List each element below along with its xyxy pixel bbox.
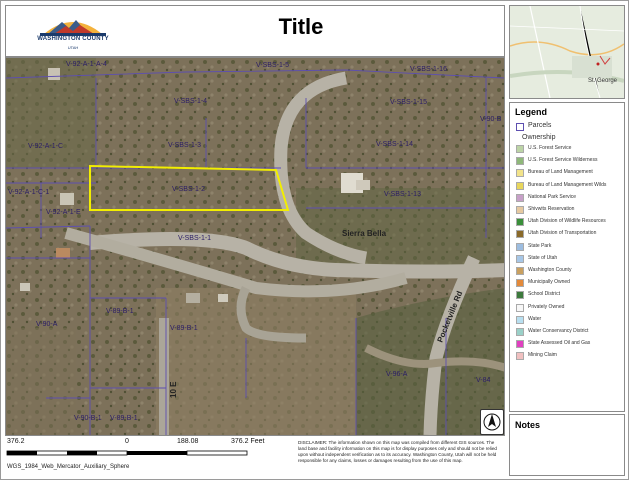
legend-title: Legend [515, 107, 548, 117]
legend-swatch-icon [516, 242, 524, 251]
legend-swatch-icon [516, 279, 524, 288]
parcel-label: V-96-A [386, 371, 408, 378]
notes-title: Notes [515, 420, 541, 430]
legend-swatch-icon [516, 193, 524, 202]
parcel-swatch-icon [516, 123, 524, 131]
notes-panel: Notes [509, 414, 625, 476]
legend-swatch-icon [516, 340, 524, 349]
legend-item-label: Washington County [528, 267, 572, 273]
legend-item-label: Bureau of Land Management Wilds [528, 181, 607, 188]
legend-item-label: School District [528, 291, 560, 298]
legend-item-label: Privately Owned [528, 303, 565, 310]
road-label-sierra-bella: Sierra Bella [342, 229, 387, 238]
legend-item-label: National Park Service [528, 193, 577, 200]
parcel-label: V-92-A-1-A-4 [66, 61, 107, 68]
parcel-label: V-90-B [480, 116, 502, 123]
legend-swatch-icon [516, 145, 524, 153]
logo-name: WASHINGTON COUNTY [37, 36, 109, 42]
legend-item-label: State of Utah [528, 254, 558, 261]
parcel-label: V-92-A-1-E [46, 209, 81, 216]
map-title: Title [278, 14, 324, 39]
parcel-label: V-SBS-1-15 [390, 99, 427, 106]
parcel-label: V-89-B-1 [110, 415, 138, 422]
scale-bar-graphic [6, 450, 248, 456]
map-canvas: V-92-A-1-A-4 V-SBS-1-5 V-SBS-1-16 V-SBS-… [6, 58, 504, 435]
scale-label-right: 376.2 Feet [231, 438, 265, 445]
legend-item-label: Mining Claim [528, 352, 557, 359]
parcel-label: V-SBS-1-4 [174, 98, 207, 105]
legend-item-label: State Park [528, 242, 552, 249]
parcel-label: V-SBS-1-2 [172, 186, 205, 193]
parcel-label: V-89-B-1 [106, 308, 134, 315]
legend-swatch-icon [516, 181, 524, 190]
aerial-map-view[interactable]: V-92-A-1-A-4 V-SBS-1-5 V-SBS-1-16 V-SBS-… [5, 57, 505, 436]
legend-item-label: U.S. Forest Service [528, 145, 572, 151]
legend-swatch-icon [516, 352, 524, 361]
parcel-label: V-90-A [36, 321, 58, 328]
parcel-label: V-92-A-1-C-1 [8, 189, 49, 196]
legend-panel: Legend Parcels Ownership U.S. Forest Ser… [509, 102, 625, 412]
legend-item-label: U.S. Forest Service Wilderness [528, 157, 598, 164]
legend-item-label: Water [528, 315, 542, 322]
parcel-label: V-SBS-1-1 [178, 235, 211, 242]
parcel-label: V-84 [476, 377, 491, 384]
legend-swatch-icon [516, 169, 524, 178]
parcel-label: V-SBS-1-16 [410, 66, 447, 73]
scale-label-left: 376.2 [7, 438, 25, 445]
disclaimer-text: DISCLAIMER: The information shown on thi… [298, 440, 497, 463]
legend-swatch-icon [516, 230, 524, 239]
overview-map[interactable]: St. George [509, 5, 625, 99]
legend-item-label: State Assessed Oil and Gas [528, 340, 591, 347]
logo-subtitle: UTAH [67, 45, 79, 50]
legend-swatch-icon [516, 328, 524, 336]
parcel-label: V-92-A-1-C [28, 143, 63, 150]
washington-county-logo: WASHINGTON COUNTY UTAH [36, 14, 110, 54]
parcel-label: V-90-B-1 [74, 415, 102, 422]
legend-item-label: Bureau of Land Management [528, 169, 593, 176]
map-header: WASHINGTON COUNTY UTAH Title [5, 5, 505, 57]
overview-city-label: St. George [588, 78, 618, 84]
legend-swatch-icon [516, 303, 524, 312]
legend-item-label: Utah Division of Wildlife Resources [528, 218, 606, 225]
legend-swatch-icon [516, 254, 524, 263]
north-arrow-icon [480, 409, 504, 435]
parcel-label: V-SBS-1-13 [384, 191, 421, 198]
legend-item-label: Utah Division of Transportation [528, 230, 597, 237]
legend-swatch-icon [516, 206, 524, 214]
parcel-label: V-SBS-1-3 [168, 142, 201, 149]
legend-item-label: Water Conservancy District [528, 328, 589, 334]
legend-swatch-icon [516, 218, 524, 227]
parcel-label: V-89-B-1 [170, 325, 198, 332]
road-label-10-e: 10 E [169, 381, 178, 398]
parcel-label: V-SBS-1-14 [376, 141, 413, 148]
legend-item-label: Shivwits Reservation [528, 206, 575, 212]
legend-swatch-icon [516, 157, 524, 166]
legend-item-label: Municipally Owned [528, 279, 570, 286]
legend-ownership-heading: Ownership [522, 134, 556, 141]
scale-bar: 376.2 0 188.08 376.2 Feet [5, 437, 293, 461]
scale-label-zero: 0 [125, 438, 129, 445]
mountain-logo-icon [40, 20, 106, 36]
legend-swatch-icon [516, 291, 524, 300]
legend-swatch-icon [516, 267, 524, 275]
legend-swatch-icon [516, 315, 524, 324]
scale-label-mid: 188.08 [177, 438, 199, 445]
overview-canvas: St. George [510, 6, 624, 98]
coordinate-system-label: WGS_1984_Web_Mercator_Auxiliary_Sphere [7, 464, 130, 470]
parcel-label: V-SBS-1-5 [256, 62, 289, 69]
